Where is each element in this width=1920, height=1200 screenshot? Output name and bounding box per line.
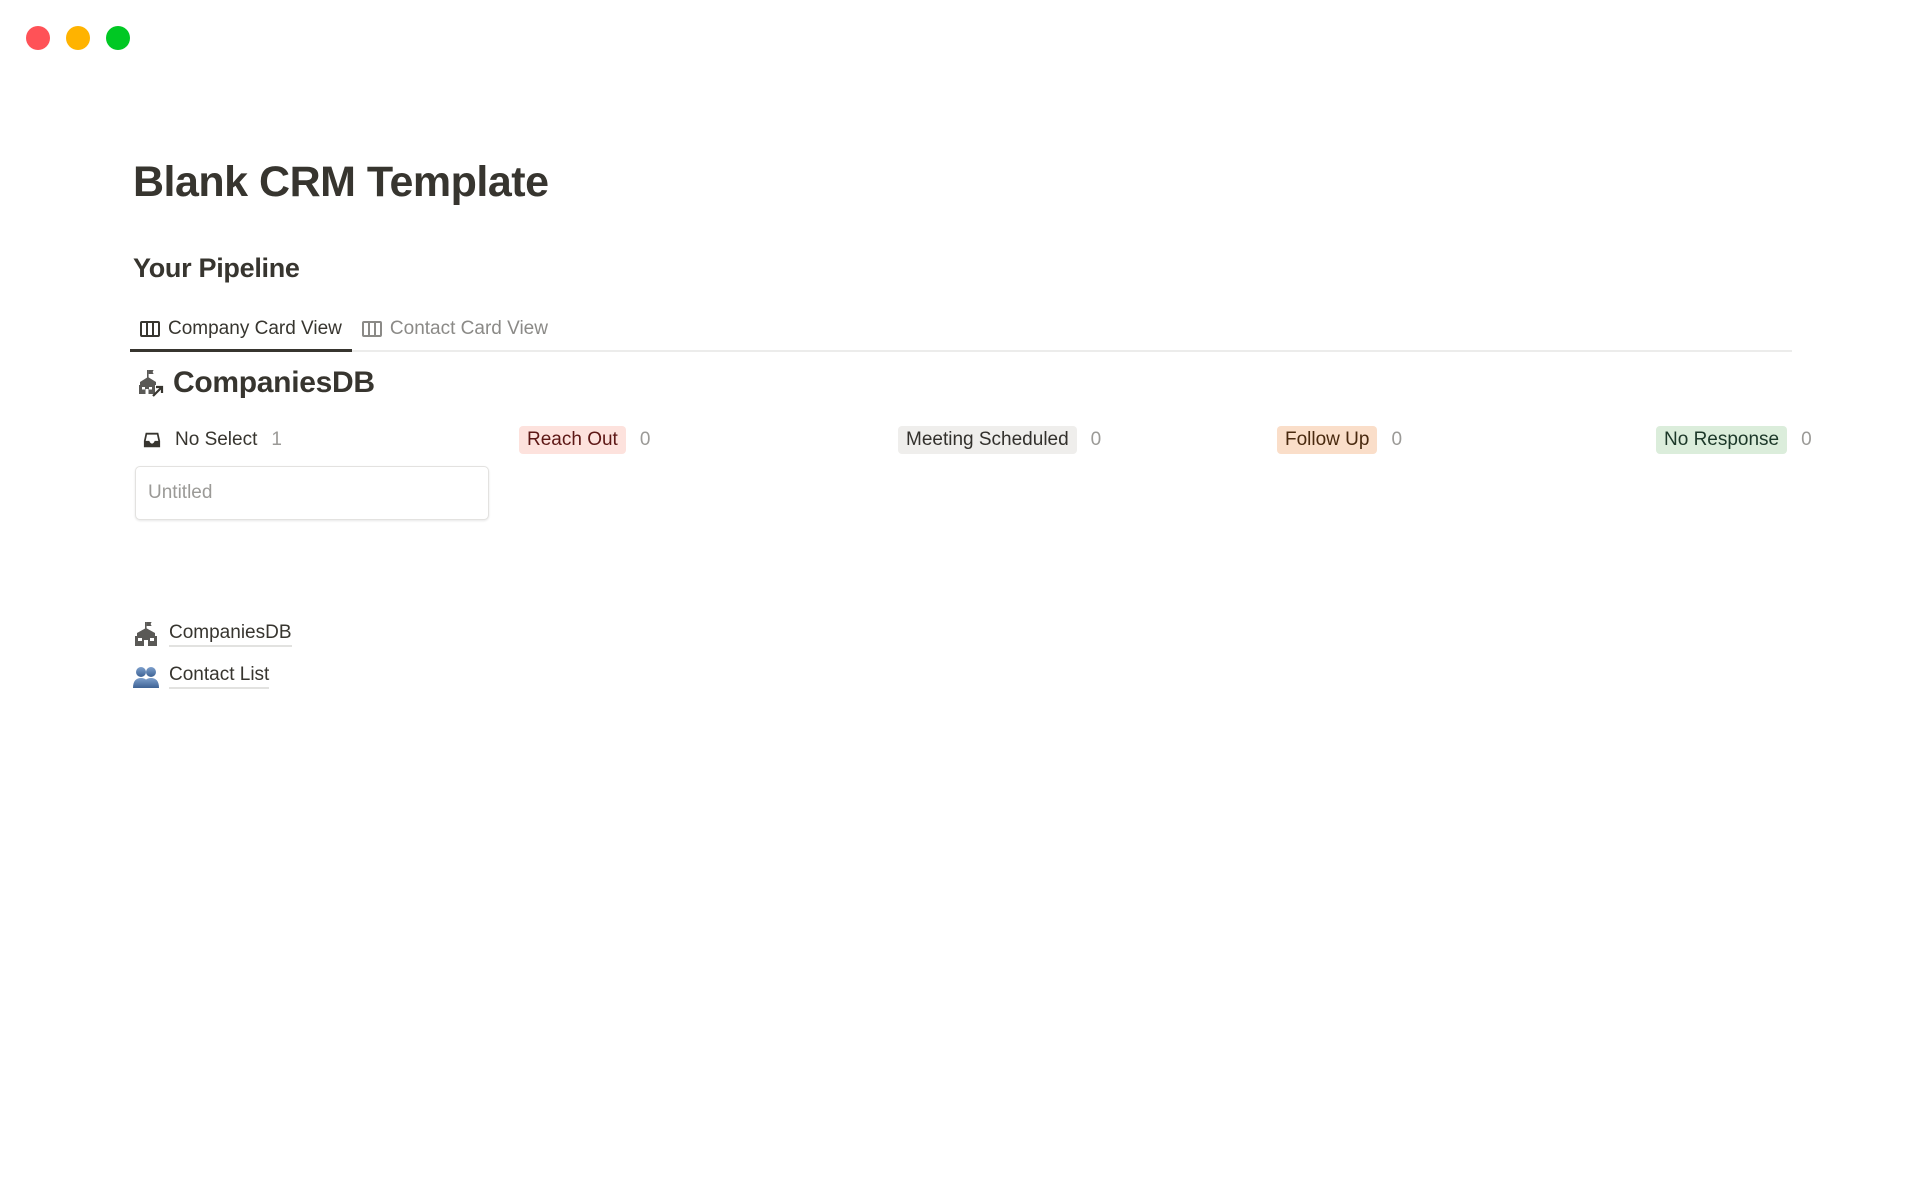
tab-label: Contact Card View (389, 318, 548, 339)
database-title-text: CompaniesDB (173, 366, 375, 399)
group-count: 0 (1801, 429, 1812, 450)
people-icon (133, 666, 159, 688)
view-tabs: Company Card View Contact Card View (130, 308, 1792, 352)
group-no-response[interactable]: No Response 0 (1656, 426, 1812, 454)
group-meeting-scheduled[interactable]: Meeting Scheduled 0 (898, 426, 1101, 454)
group-count: 1 (271, 429, 282, 450)
tab-label: Company Card View (168, 318, 342, 339)
card-title: Untitled (148, 482, 213, 503)
link-label: CompaniesDB (169, 622, 292, 647)
database-title[interactable]: CompaniesDB (137, 366, 375, 400)
tab-contact-card-view[interactable]: Contact Card View (352, 308, 558, 350)
group-label: No Select (175, 429, 258, 450)
close-window-button[interactable] (26, 26, 50, 50)
link-label: Contact List (169, 664, 270, 689)
school-building-icon (135, 622, 157, 646)
section-heading: Your Pipeline (133, 253, 300, 283)
board-icon (361, 321, 382, 337)
link-contact-list[interactable]: Contact List (133, 664, 270, 689)
tab-company-card-view[interactable]: Company Card View (130, 308, 352, 352)
page-title: Blank CRM Template (133, 158, 549, 206)
group-follow-up[interactable]: Follow Up 0 (1277, 426, 1402, 454)
group-label: No Response (1656, 426, 1788, 454)
group-count: 0 (1391, 429, 1403, 450)
link-companiesdb[interactable]: CompaniesDB (133, 621, 292, 647)
inbox-icon (143, 432, 161, 448)
group-count: 0 (1090, 429, 1102, 450)
zoom-window-button[interactable] (106, 26, 130, 50)
board-card[interactable]: Untitled (135, 466, 489, 520)
group-no-select[interactable]: No Select 1 (143, 426, 282, 454)
board-icon (140, 321, 160, 337)
group-label: Reach Out (519, 426, 626, 454)
minimize-window-button[interactable] (66, 26, 90, 50)
group-count: 0 (639, 429, 651, 450)
school-building-link-icon (139, 370, 164, 397)
group-label: Follow Up (1277, 426, 1378, 454)
group-label: Meeting Scheduled (898, 426, 1077, 454)
group-reach-out[interactable]: Reach Out 0 (519, 426, 650, 454)
window-controls (26, 26, 130, 50)
